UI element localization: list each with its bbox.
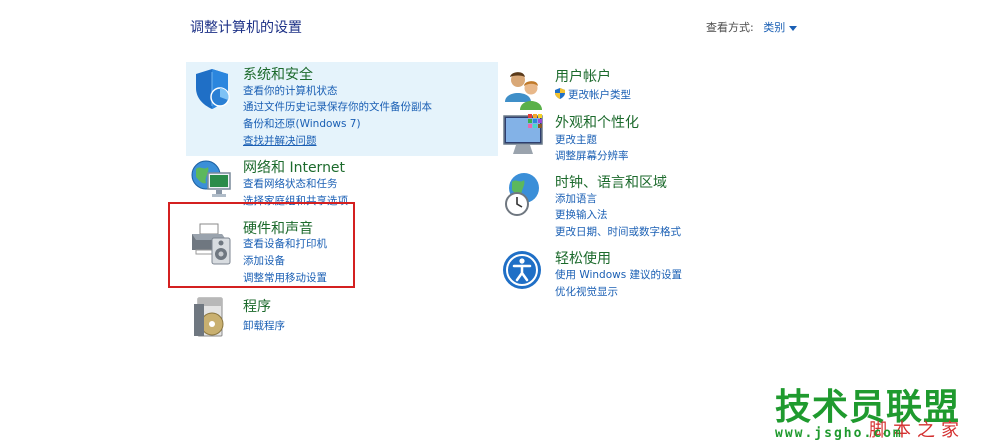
link-date-time-format[interactable]: 更改日期、时间或数字格式: [555, 224, 681, 239]
globe-network-icon: [191, 160, 231, 197]
view-by-value: 类别: [763, 21, 786, 34]
programs-disc-icon: [194, 297, 224, 337]
accessibility-icon: [503, 251, 541, 289]
page-title: 调整计算机的设置: [190, 20, 302, 36]
user-accounts-title[interactable]: 用户帐户: [555, 66, 611, 86]
link-optimize-display[interactable]: 优化视觉显示: [555, 284, 618, 299]
users-icon: [505, 72, 542, 110]
clock-region-title[interactable]: 时钟、语言和区域: [555, 172, 667, 192]
monitor-palette-icon: [503, 114, 543, 154]
shield-icon: [196, 69, 230, 109]
link-view-computer-status[interactable]: 查看你的计算机状态: [243, 83, 338, 98]
programs-title[interactable]: 程序: [243, 296, 271, 316]
link-change-input-method[interactable]: 更换输入法: [555, 207, 608, 222]
link-change-theme[interactable]: 更改主题: [555, 132, 597, 147]
link-backup-restore[interactable]: 备份和还原(Windows 7): [243, 116, 361, 131]
link-uninstall-program[interactable]: 卸载程序: [243, 318, 285, 333]
view-by-dropdown[interactable]: 类别: [763, 21, 798, 34]
clock-globe-icon: [505, 173, 539, 216]
chevron-down-icon: [789, 25, 798, 31]
link-screen-resolution[interactable]: 调整屏幕分辨率: [555, 148, 629, 163]
link-add-language[interactable]: 添加语言: [555, 191, 597, 206]
link-network-status[interactable]: 查看网络状态和任务: [243, 176, 338, 191]
ease-of-access-title[interactable]: 轻松使用: [555, 248, 611, 268]
view-by-label: 查看方式:: [706, 21, 754, 34]
link-troubleshoot[interactable]: 查找并解决问题: [243, 133, 317, 148]
network-title[interactable]: 网络和 Internet: [243, 157, 345, 177]
annotation-frame: [168, 202, 355, 288]
uac-shield-icon: [555, 88, 565, 99]
view-by: 查看方式: 类别: [706, 19, 798, 35]
link-change-account-type[interactable]: 更改帐户类型: [555, 87, 631, 102]
link-file-history[interactable]: 通过文件历史记录保存你的文件备份副本: [243, 99, 432, 114]
watermark-url: www.jsgho.com: [775, 426, 903, 441]
link-recommended-settings[interactable]: 使用 Windows 建议的设置: [555, 267, 682, 282]
appearance-title[interactable]: 外观和个性化: [555, 112, 639, 132]
watermark: 技术员联盟 脚本之家 www.jsgho.com: [775, 378, 995, 444]
link-change-account-type-label: 更改帐户类型: [568, 89, 631, 101]
system-security-title[interactable]: 系统和安全: [243, 64, 313, 84]
